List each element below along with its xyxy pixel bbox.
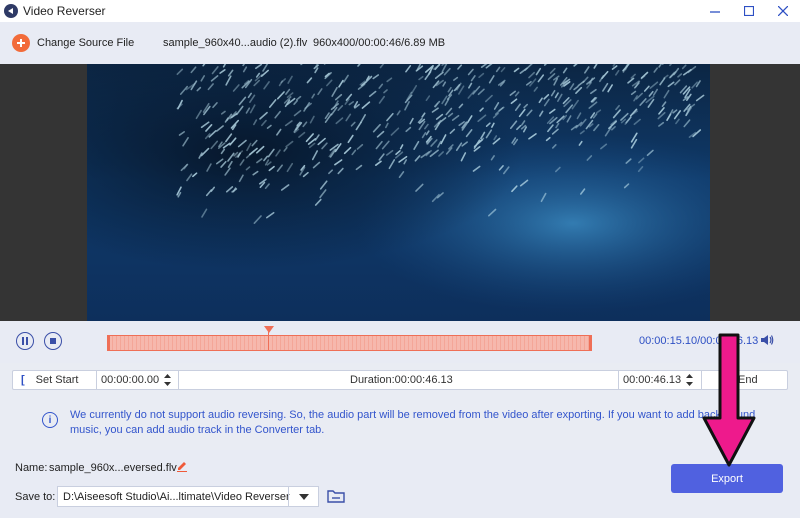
change-source-file-button[interactable]: Change Source File: [37, 37, 134, 49]
player-controls: 00:00:15.10/00:00:46.13: [0, 321, 800, 363]
duration-text: Duration:00:00:46.13: [350, 371, 453, 389]
start-time-stepper[interactable]: [163, 371, 172, 389]
start-time-input[interactable]: 00:00:00.00: [101, 371, 159, 389]
preview-area: [0, 64, 800, 321]
audio-notice: We currently do not support audio revers…: [70, 409, 756, 436]
output-file-name: sample_960x...eversed.flv: [49, 462, 177, 474]
trim-range-row: [ Set Start 00:00:00.00 Duration:00:00:4…: [12, 370, 788, 390]
name-label: Name:: [15, 462, 48, 474]
info-icon: i: [42, 412, 58, 428]
duration-value: Duration:00:00:46.13: [350, 374, 453, 386]
title-bar: Video Reverser: [0, 0, 800, 22]
timeline-track[interactable]: [107, 335, 592, 351]
end-time-value: 00:00:46.13: [623, 374, 682, 386]
close-icon[interactable]: [766, 0, 800, 22]
save-to-label: Save to:: [15, 491, 56, 503]
toolbar: Change Source File sample_960x40...audio…: [0, 22, 800, 64]
timeline-end-handle[interactable]: [589, 335, 592, 351]
maximize-icon[interactable]: [732, 0, 766, 22]
start-bracket-icon: [: [21, 374, 25, 386]
volume-icon[interactable]: [760, 333, 774, 350]
start-time-value: 00:00:00.00: [101, 374, 160, 386]
set-start-label: Set Start: [35, 374, 79, 386]
playhead[interactable]: [268, 327, 269, 351]
playhead-marker-icon[interactable]: [264, 326, 274, 333]
add-icon[interactable]: [12, 34, 30, 52]
end-time-input[interactable]: 00:00:46.13: [623, 371, 681, 389]
open-folder-icon[interactable]: [327, 488, 345, 507]
end-time-stepper[interactable]: [685, 371, 694, 389]
video-preview: [87, 64, 710, 321]
output-panel: Name: sample_960x...eversed.flv Save to:…: [0, 450, 800, 518]
source-file-meta: 960x400/00:00:46/6.89 MB: [313, 37, 446, 49]
set-start-button[interactable]: [ Set Start: [21, 371, 78, 389]
edit-name-icon[interactable]: [176, 460, 188, 475]
save-path-select[interactable]: D:\Aiseesoft Studio\Ai...ltimate\Video R…: [57, 486, 319, 507]
stop-button[interactable]: [44, 332, 62, 350]
save-path-value: D:\Aiseesoft Studio\Ai...ltimate\Video R…: [63, 491, 290, 503]
annotation-arrow-icon: [700, 330, 760, 473]
window-title: Video Reverser: [23, 4, 106, 18]
source-file-name: sample_960x40...audio (2).flv: [163, 37, 308, 49]
minimize-icon[interactable]: [698, 0, 732, 22]
app-logo-icon: [4, 4, 18, 18]
pause-button[interactable]: [16, 332, 34, 350]
chevron-down-icon[interactable]: [288, 487, 318, 506]
timeline-start-handle[interactable]: [107, 335, 110, 351]
